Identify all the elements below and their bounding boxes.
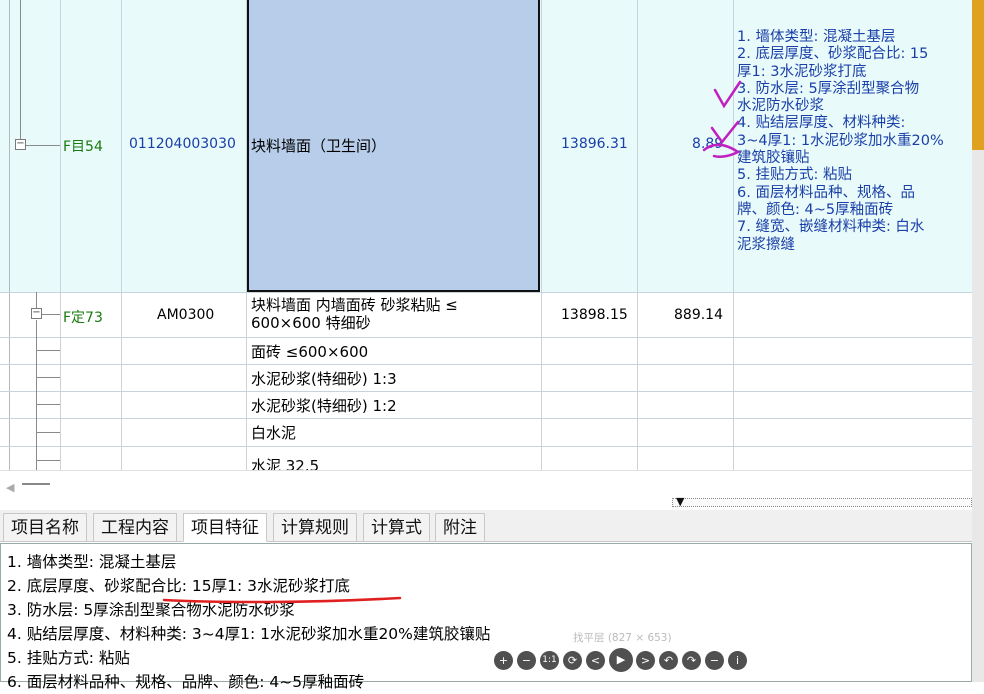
chevron-down-icon[interactable]: ▼	[676, 495, 684, 508]
sub-item[interactable]: 面砖 ≤600×600	[251, 341, 368, 362]
feature-line: 1. 墙体类型: 混凝土基层	[737, 29, 896, 45]
row-code[interactable]: F定73	[63, 307, 103, 327]
row-price[interactable]: 889.14	[674, 307, 723, 323]
grid-hline	[0, 337, 972, 338]
panel-splitter[interactable]: ▼	[0, 495, 972, 510]
feature-line: 泥浆擦缝	[737, 236, 795, 253]
undo-icon[interactable]: ↶	[659, 651, 678, 670]
grid-vline	[246, 0, 247, 470]
grid-vline	[121, 0, 122, 470]
tree-line	[36, 460, 60, 461]
tree-line	[36, 432, 60, 433]
zoom-in-icon[interactable]: +	[494, 651, 513, 670]
row-item-no[interactable]: 011204003030	[129, 136, 236, 152]
detail-line: 3. 防水层: 5厚涂刮型聚合物水泥防水砂浆	[7, 601, 295, 619]
tab-formula[interactable]: 计算式	[363, 513, 430, 542]
tree-line	[20, 0, 21, 139]
adjacent-window-edge	[972, 0, 984, 682]
row-bg-2	[0, 292, 972, 337]
next-icon[interactable]: >	[636, 651, 655, 670]
feature-line: 5. 挂贴方式: 粘贴	[737, 167, 852, 184]
detail-line: 6. 面层材料品种、规格、品牌、颜色: 4~5厚釉面砖	[7, 673, 365, 691]
play-icon[interactable]: ▶	[609, 648, 633, 672]
detail-line: 5. 挂贴方式: 粘贴	[7, 649, 130, 667]
grid-hline	[0, 391, 972, 392]
tree-line	[42, 314, 60, 315]
grid-hline	[0, 364, 972, 365]
row-name-line2[interactable]: 600×600 特细砂	[251, 314, 371, 332]
grid-vline	[60, 0, 61, 470]
tree-line	[36, 377, 60, 378]
redo-icon[interactable]: ↷	[682, 651, 701, 670]
detail-tab-bar: 项目名称 工程内容 项目特征 计算规则 计算式 附注	[0, 510, 972, 542]
grid-hline	[0, 418, 972, 419]
zoom-out-icon[interactable]: −	[517, 651, 536, 670]
detail-line: 1. 墙体类型: 混凝土基层	[7, 553, 177, 571]
feature-line: 6. 面层材料品种、规格、品	[737, 184, 915, 201]
row-qty[interactable]: 13896.31	[561, 136, 628, 152]
annotation-underline	[162, 596, 402, 604]
scroll-left-icon[interactable]: ◀	[6, 481, 14, 494]
sub-item[interactable]: 水泥砂浆(特细砂) 1:2	[251, 395, 397, 416]
tree-line	[36, 350, 60, 351]
tree-line	[36, 320, 37, 470]
feature-line: 3~4厚1: 1水泥砂浆加水重20%	[737, 132, 944, 149]
tab-notes[interactable]: 附注	[435, 513, 485, 542]
annotation-check-marks	[702, 80, 742, 159]
feature-line: 厚1: 3水泥砂浆打底	[737, 63, 867, 80]
image-viewer-caption: 找平层 (827 × 653)	[573, 632, 672, 644]
scroll-thumb[interactable]	[22, 483, 50, 485]
collapse-toggle-icon[interactable]: −	[15, 139, 26, 150]
row-code[interactable]: F目54	[63, 136, 103, 156]
feature-line: 建筑胶镶贴	[737, 150, 810, 167]
actual-size-icon[interactable]: 1:1	[540, 651, 559, 670]
tree-line	[36, 404, 60, 405]
info-icon[interactable]: i	[728, 651, 747, 670]
feature-line: 牌、颜色: 4~5厚釉面砖	[737, 201, 894, 218]
splitter-handle[interactable]	[672, 498, 972, 507]
tab-project-features[interactable]: 项目特征	[183, 513, 267, 542]
sub-item[interactable]: 水泥 32.5	[251, 455, 319, 470]
rotate-icon[interactable]: ⟳	[563, 651, 582, 670]
row-name[interactable]: 块料墙面（卫生间）	[251, 135, 386, 156]
feature-line: 水泥防水砂浆	[737, 98, 824, 115]
row-name-line1[interactable]: 块料墙面 内墙面砖 砂浆粘贴 ≤	[251, 296, 458, 314]
tab-calc-rules[interactable]: 计算规则	[273, 513, 357, 542]
row-qty[interactable]: 13898.15	[561, 307, 628, 323]
adjacent-window-banner	[972, 0, 984, 150]
detail-line: 2. 底层厚度、砂浆配合比: 15厚1: 3水泥砂浆打底	[7, 577, 350, 595]
sub-item[interactable]: 白水泥	[251, 422, 296, 443]
features-cell[interactable]: 1. 墙体类型: 混凝土基层 2. 底层厚度、砂浆配合比: 15 厚1: 3水泥砂浆…	[737, 29, 972, 254]
grid-vline	[637, 0, 638, 470]
sub-item[interactable]: 水泥砂浆(特细砂) 1:3	[251, 368, 397, 389]
grid-vline	[9, 0, 10, 470]
row-item-no[interactable]: AM0300	[157, 307, 214, 323]
feature-line: 4. 贴结层厚度、材料种类:	[737, 115, 906, 132]
feature-line: 7. 缝宽、嵌缝材料种类: 白水	[737, 219, 925, 236]
grid-vline	[541, 0, 542, 470]
grid-hline	[0, 446, 972, 447]
tab-project-name[interactable]: 项目名称	[3, 513, 87, 542]
tab-work-content[interactable]: 工程内容	[93, 513, 177, 542]
grid-hline	[0, 292, 972, 293]
collapse-toggle-icon[interactable]: −	[31, 308, 42, 319]
quota-grid: − − F目54 011204003030 块料墙面（卫生间） 13896.31…	[0, 0, 972, 470]
detail-line: 4. 贴结层厚度、材料种类: 3~4厚1: 1水泥砂浆加水重20%建筑胶镶贴	[7, 625, 491, 643]
tree-line	[26, 145, 60, 146]
previous-icon[interactable]: <	[586, 651, 605, 670]
feature-line: 2. 底层厚度、砂浆配合比: 15	[737, 46, 929, 63]
features-text-editor[interactable]: 1. 墙体类型: 混凝土基层 2. 底层厚度、砂浆配合比: 15厚1: 3水泥砂…	[0, 543, 972, 691]
minimize-icon[interactable]: −	[705, 651, 724, 670]
horizontal-scrollbar[interactable]: ◀	[0, 470, 972, 496]
feature-line: 3. 防水层: 5厚涂刮型聚合物	[737, 80, 920, 97]
